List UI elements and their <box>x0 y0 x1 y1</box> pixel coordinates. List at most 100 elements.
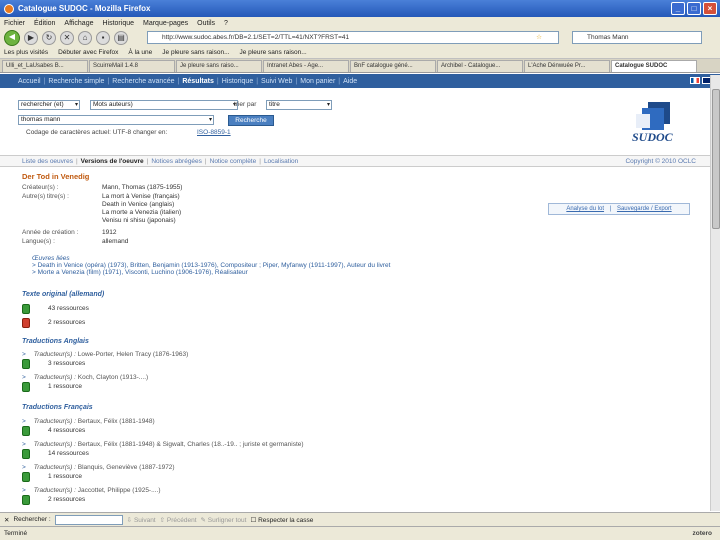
resource-green-icon <box>22 359 30 369</box>
resource-row[interactable]: 2 ressources <box>22 495 422 507</box>
menu-bookmarks[interactable]: Marque-pages <box>143 20 188 27</box>
browser-tab[interactable]: L'Ache Dénwuée Pr... <box>524 60 610 72</box>
maximize-button[interactable]: □ <box>687 2 701 15</box>
bookmark-star-icon[interactable]: ☆ <box>536 32 542 43</box>
minimize-button[interactable]: _ <box>671 2 685 15</box>
field-value: Venisu ni shisu (japonais) <box>102 217 176 224</box>
resource-row[interactable]: 43 ressources <box>22 304 422 316</box>
highlight-all-button[interactable]: ✎ Surligner tout <box>201 516 247 524</box>
nav-simple-search[interactable]: Recherche simple <box>48 78 104 85</box>
home-icon[interactable]: ⌂ <box>78 31 92 45</box>
subnav-location[interactable]: Localisation <box>264 158 298 165</box>
bookmark-item[interactable]: À la une <box>128 49 152 56</box>
record-subnav: Liste des oeuvres | Versions de l'oeuvre |… <box>0 155 720 167</box>
related-work-link[interactable]: > Morte a Venezia (film) (1971), Viscont… <box>32 269 402 276</box>
nav-home[interactable]: Accueil <box>18 78 41 85</box>
browser-tab[interactable]: ScuirreMail 1.4.8 <box>89 60 175 72</box>
menu-history[interactable]: Historique <box>102 20 134 27</box>
page-scrollbar[interactable] <box>710 75 720 511</box>
field-label: Année de création : <box>22 229 79 236</box>
menu-help[interactable]: ? <box>224 20 228 27</box>
resource-row[interactable]: 4 ressources <box>22 426 422 438</box>
nav-advanced-search[interactable]: Recherche avancée <box>112 78 174 85</box>
menu-view[interactable]: Affichage <box>64 20 93 27</box>
resource-row[interactable]: 3 ressources <box>22 359 422 371</box>
sort-select[interactable]: titre <box>266 100 332 110</box>
reload-icon[interactable]: ↻ <box>42 31 56 45</box>
resource-row[interactable]: 2 ressources <box>22 318 422 330</box>
subnav-versions[interactable]: Versions de l'oeuvre <box>81 158 144 165</box>
menu-tools[interactable]: Outils <box>197 20 215 27</box>
browser-tab[interactable]: BnF catalogue géné... <box>350 60 436 72</box>
nav-help[interactable]: Aide <box>343 78 357 85</box>
translator-line: > Traducteur(s) : Lowe-Porter, Helen Trac… <box>22 351 189 358</box>
browser-tab[interactable]: Je pleure sans raiso... <box>176 60 262 72</box>
browser-tab[interactable]: Intranet Abes - Age... <box>263 60 349 72</box>
match-case-checkbox[interactable]: ☐ Respecter la casse <box>250 516 313 524</box>
find-bar: ✕ Rechercher : ⇩ Suivant ⇧ Précédent ✎ S… <box>0 512 720 526</box>
sort-label: trier par <box>234 101 257 108</box>
charset-link[interactable]: ISO-8859-1 <box>197 129 231 136</box>
nav-history[interactable]: Historique <box>222 78 254 85</box>
field-value: 1912 <box>102 229 117 236</box>
window-title: Catalogue SUDOC - Mozilla Firefox <box>18 4 151 13</box>
french-flag-icon[interactable] <box>690 77 700 84</box>
back-arrow-icon[interactable]: ◀ <box>4 30 20 46</box>
subnav-works-list[interactable]: Liste des oeuvres <box>22 158 73 165</box>
print-icon[interactable]: ▤ <box>114 31 128 45</box>
save-icon[interactable]: ▪ <box>96 31 110 45</box>
related-works: Œuvres liées > Death in Venice (opéra) (… <box>22 255 402 276</box>
field-value: Mann, Thomas (1875-1955) <box>102 184 183 191</box>
url-text: http://www.sudoc.abes.fr/DB=2.1/SET=2/TT… <box>162 34 350 41</box>
window-controls: _ □ × <box>671 2 717 15</box>
search-query-input[interactable]: thomas mann <box>18 115 214 125</box>
search-scope-select[interactable]: rechercher (et) <box>18 100 80 110</box>
url-field[interactable]: http://www.sudoc.abes.fr/DB=2.1/SET=2/TT… <box>147 31 559 44</box>
find-next-button[interactable]: ⇩ Suivant <box>127 516 156 524</box>
stop-icon[interactable]: ✕ <box>60 31 74 45</box>
forward-arrow-icon[interactable]: ▶ <box>24 31 38 45</box>
tab-strip: Ulli_et_LaUsabes B... ScuirreMail 1.4.8 … <box>0 59 720 73</box>
status-bar: Terminé zotero <box>0 526 720 540</box>
translator-line: > Traducteur(s) : Bertaux, Félix (1881-19… <box>22 418 155 425</box>
section-french: Traductions Français <box>22 404 93 411</box>
resource-green-icon <box>22 495 30 505</box>
subnav-short-records[interactable]: Notices abrégées <box>151 158 202 165</box>
export-button[interactable]: Sauvegarde / Export <box>617 206 672 212</box>
menu-file[interactable]: Fichier <box>4 20 25 27</box>
scrollbar-thumb[interactable] <box>712 89 720 229</box>
find-close-icon[interactable]: ✕ <box>4 516 9 524</box>
resource-green-icon <box>22 304 30 314</box>
nav-basket[interactable]: Mon panier <box>300 78 335 85</box>
web-search-field[interactable]: Thomas Mann <box>572 31 702 44</box>
zotero-button[interactable]: zotero <box>693 527 713 540</box>
close-button[interactable]: × <box>703 2 717 15</box>
bookmark-item[interactable]: Les plus visités <box>4 49 48 56</box>
field-label: Autre(s) titre(s) : <box>22 193 69 200</box>
analyse-button[interactable]: Analyse du lot <box>566 206 604 212</box>
bookmark-item[interactable]: Je pleure sans raison... <box>162 49 229 56</box>
resource-row[interactable]: 1 ressource <box>22 472 422 484</box>
bookmark-item[interactable]: Débuter avec Firefox <box>58 49 118 56</box>
resource-green-icon <box>22 426 30 436</box>
resource-row[interactable]: 14 ressources <box>22 449 422 461</box>
translator-line: > Traducteur(s) : Koch, Clayton (1913-...… <box>22 374 149 381</box>
related-work-link[interactable]: > Death in Venice (opéra) (1973), Britte… <box>32 262 402 269</box>
search-button[interactable]: Recherche <box>228 115 274 126</box>
find-input[interactable] <box>54 514 123 525</box>
browser-tab-active[interactable]: Catalogue SUDOC <box>611 60 697 72</box>
translator-line: > Traducteur(s) : Bertaux, Félix (1881-19… <box>22 441 304 448</box>
browser-tab[interactable]: Archibel - Catalogue... <box>437 60 523 72</box>
find-label: Rechercher : <box>13 516 51 523</box>
subnav-full-record[interactable]: Notice complète <box>210 158 257 165</box>
menu-edit[interactable]: Édition <box>34 20 55 27</box>
search-index-select[interactable]: Mots auteurs) <box>90 100 238 110</box>
resource-row[interactable]: 1 ressource <box>22 382 422 394</box>
field-value: allemand <box>102 238 129 245</box>
browser-tab[interactable]: Ulli_et_LaUsabes B... <box>2 60 88 72</box>
bookmark-item[interactable]: Je pleure sans raison... <box>239 49 306 56</box>
analyse-save-buttons: Analyse du lot | Sauvegarde / Export <box>548 203 690 215</box>
nav-web-follow[interactable]: Suivi Web <box>261 78 292 85</box>
find-prev-button[interactable]: ⇧ Précédent <box>160 516 197 524</box>
nav-results[interactable]: Résultats <box>182 78 214 85</box>
